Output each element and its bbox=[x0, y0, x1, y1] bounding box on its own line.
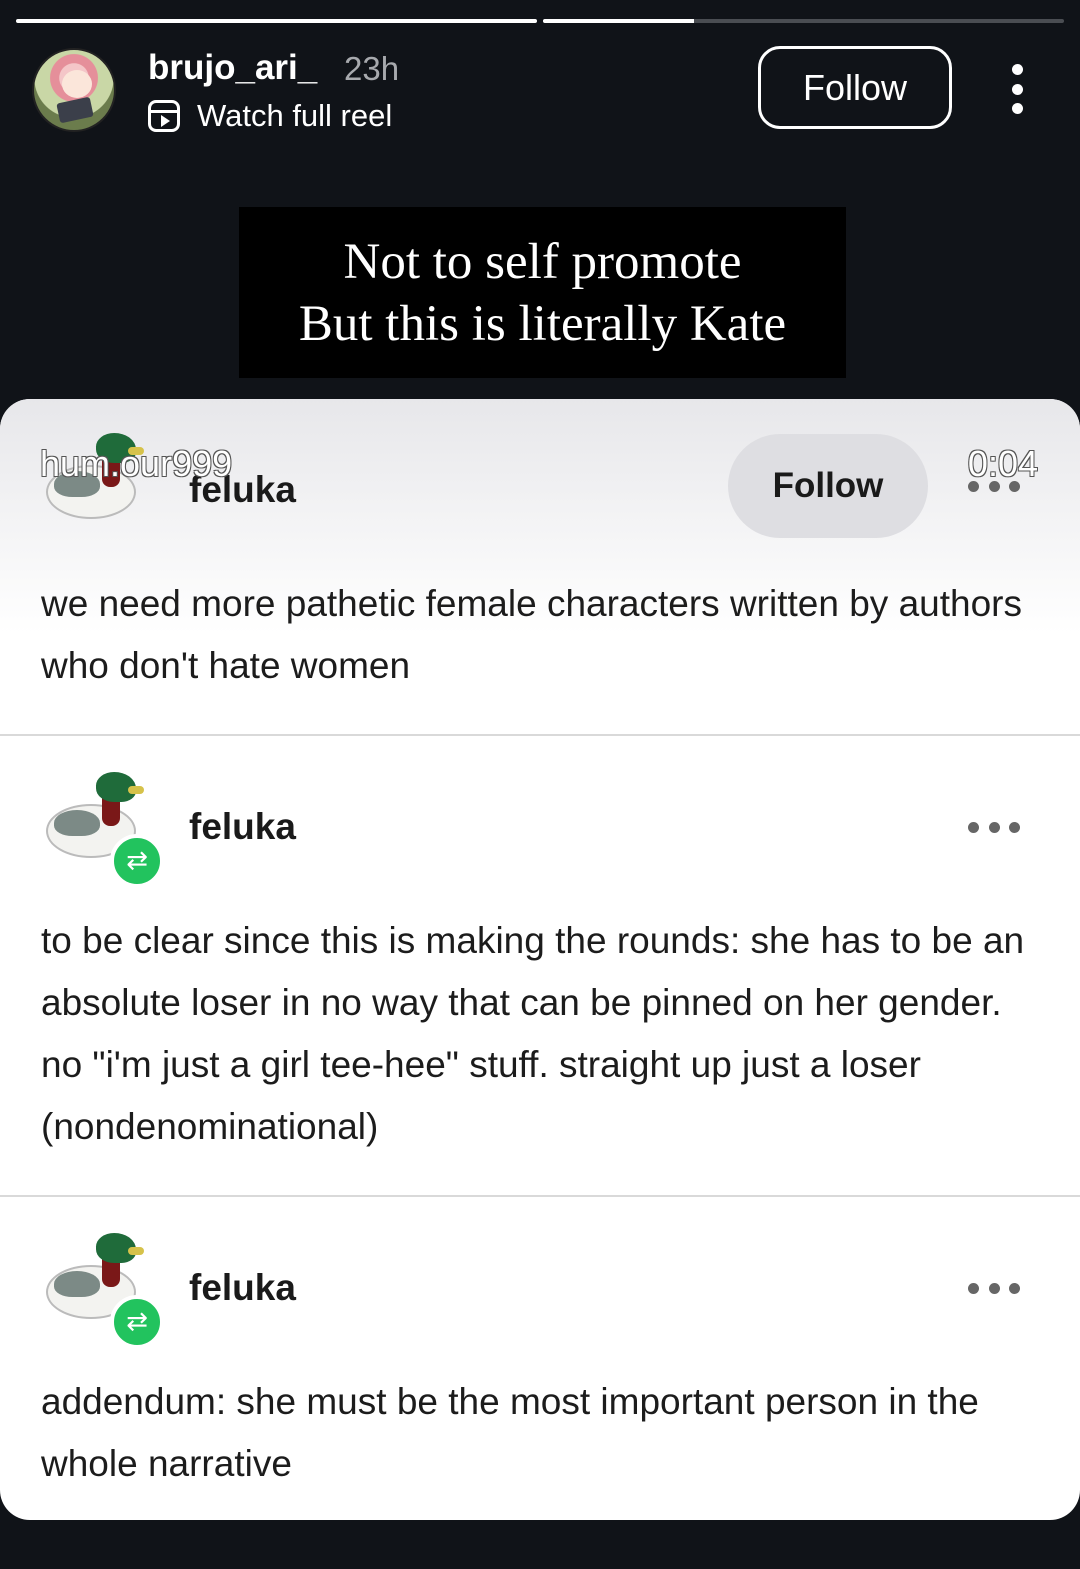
duck-avatar-icon: ⇄ bbox=[40, 1231, 164, 1349]
avatar-book bbox=[56, 96, 94, 124]
caption-line-1: Not to self promote bbox=[343, 233, 742, 290]
username[interactable]: brujo_ari_ bbox=[148, 48, 317, 88]
story-header: brujo_ari_ 23h Watch full reel Follow bbox=[32, 46, 1048, 136]
post-author: feluka bbox=[189, 1267, 296, 1308]
story-progress-bar-2 bbox=[543, 19, 1064, 23]
reel-video-card[interactable]: feluka Follow we need more pathetic fema… bbox=[0, 399, 1080, 1520]
watch-full-reel-link[interactable]: Watch full reel bbox=[148, 98, 392, 134]
duck-wing bbox=[54, 810, 100, 836]
tumblr-post-1: feluka Follow we need more pathetic fema… bbox=[0, 399, 1080, 734]
avatar[interactable] bbox=[32, 48, 116, 132]
dot bbox=[968, 1283, 979, 1294]
post-text: addendum: she must be the most important… bbox=[41, 1381, 979, 1484]
reblog-icon: ⇄ bbox=[110, 1295, 164, 1349]
duck-wing bbox=[54, 1271, 100, 1297]
story-progress-fill-1 bbox=[16, 19, 537, 23]
story-progress-bar-1 bbox=[16, 19, 537, 23]
post-time: 23h bbox=[344, 50, 400, 87]
video-timer: 0:04 bbox=[967, 443, 1038, 484]
dot bbox=[968, 822, 979, 833]
post-text: we need more pathetic female characters … bbox=[41, 583, 1022, 686]
more-dot bbox=[1011, 103, 1023, 114]
watermark: hum.our999 bbox=[40, 443, 233, 484]
dot bbox=[1009, 822, 1020, 833]
watch-full-reel-label: Watch full reel bbox=[197, 98, 393, 133]
tumblr-follow-button: Follow bbox=[728, 434, 928, 538]
more-dot bbox=[1011, 64, 1023, 75]
more-dot bbox=[1011, 83, 1023, 95]
story-progress-fill-2 bbox=[543, 19, 695, 23]
dot bbox=[988, 1283, 1000, 1294]
duck-avatar-icon: ⇄ bbox=[40, 770, 164, 888]
follow-button[interactable]: Follow bbox=[758, 46, 952, 129]
more-options-icon[interactable] bbox=[1002, 64, 1032, 114]
post-author: feluka bbox=[189, 806, 296, 847]
post-text: to be clear since this is making the rou… bbox=[41, 920, 1025, 1147]
post-more-icon bbox=[968, 822, 1020, 834]
dot bbox=[988, 822, 1000, 833]
reblog-icon: ⇄ bbox=[110, 834, 164, 888]
duck-bill bbox=[128, 1247, 144, 1255]
tumblr-post-2: ⇄ feluka to be clear since this is makin… bbox=[0, 734, 1080, 1195]
reel-icon bbox=[148, 100, 180, 132]
avatar-face bbox=[62, 70, 92, 98]
dot bbox=[1009, 1283, 1020, 1294]
post-more-icon bbox=[968, 1283, 1020, 1295]
duck-bill bbox=[128, 786, 144, 794]
tumblr-post-3: ⇄ feluka addendum: she must be the most … bbox=[0, 1195, 1080, 1520]
caption-line-2: But this is literally Kate bbox=[298, 295, 787, 352]
story-caption: Not to self promote But this is literall… bbox=[239, 207, 846, 378]
